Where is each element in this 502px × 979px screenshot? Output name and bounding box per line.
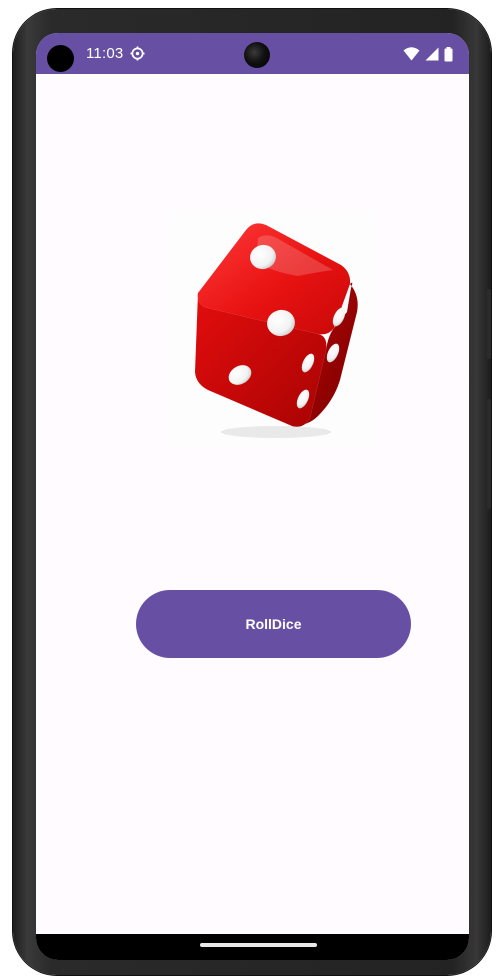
battery-icon — [444, 46, 453, 61]
status-bar: 11:03 — [36, 33, 469, 74]
device-screen: 11:03 RollDice — [36, 33, 469, 960]
dice-image — [168, 210, 376, 448]
status-icons — [403, 46, 453, 62]
dice-icon — [195, 223, 358, 438]
volume-button — [487, 399, 491, 509]
app-content: RollDice — [36, 74, 469, 934]
home-indicator[interactable] — [200, 943, 317, 947]
signal-icon — [425, 47, 439, 61]
roll-dice-button[interactable]: RollDice — [136, 590, 411, 658]
settings-icon — [130, 46, 145, 61]
wifi-icon — [403, 47, 420, 61]
power-button — [487, 289, 491, 359]
front-sensor-icon — [47, 45, 74, 72]
status-time: 11:03 — [86, 45, 124, 62]
camera-cutout-icon — [244, 42, 270, 68]
navigation-bar — [36, 934, 469, 960]
